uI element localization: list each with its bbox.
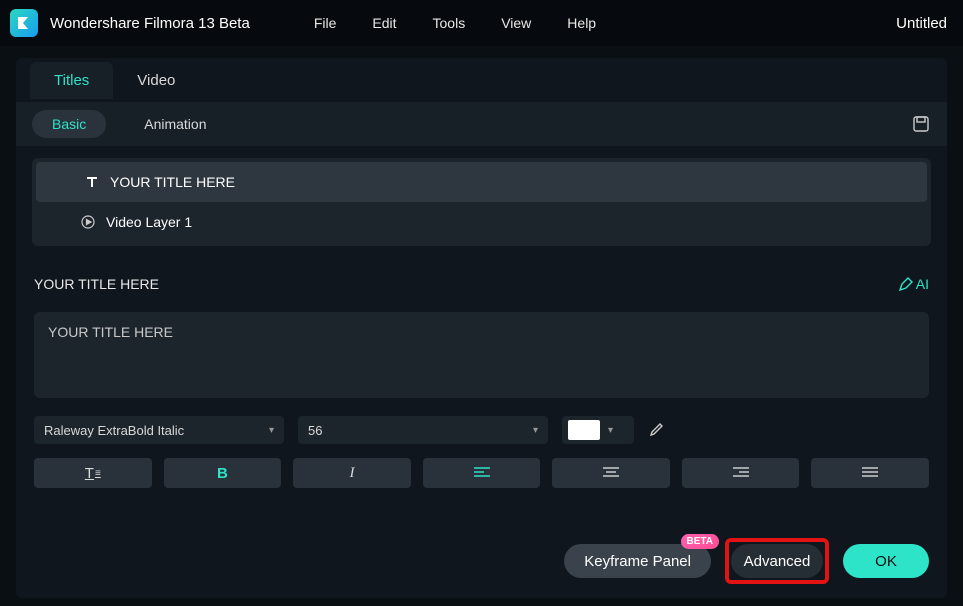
font-family-value: Raleway ExtraBold Italic xyxy=(44,423,184,438)
text-icon xyxy=(84,174,100,190)
layer-video-label: Video Layer 1 xyxy=(106,214,192,230)
menu-view[interactable]: View xyxy=(501,15,531,31)
app-logo-icon xyxy=(10,9,38,37)
main-menu: File Edit Tools View Help xyxy=(314,15,596,31)
eyedropper-icon[interactable] xyxy=(648,422,664,438)
title-bar: Wondershare Filmora 13 Beta File Edit To… xyxy=(0,0,963,46)
menu-edit[interactable]: Edit xyxy=(372,15,396,31)
bottom-actions: Keyframe Panel BETA Advanced OK xyxy=(564,538,929,584)
app-title: Wondershare Filmora 13 Beta xyxy=(50,15,250,32)
font-size-select[interactable]: 56 ▾ xyxy=(298,416,548,444)
chevron-down-icon: ▾ xyxy=(533,425,538,436)
subtab-animation[interactable]: Animation xyxy=(124,110,226,138)
menu-tools[interactable]: Tools xyxy=(433,15,466,31)
layer-title[interactable]: YOUR TITLE HERE xyxy=(36,162,927,202)
save-preset-icon[interactable] xyxy=(911,114,931,134)
font-color-select[interactable]: ▾ xyxy=(562,416,634,444)
title-text-value: YOUR TITLE HERE xyxy=(48,324,173,340)
font-size-value: 56 xyxy=(308,423,322,438)
secondary-tabs: Basic Animation xyxy=(16,102,947,146)
font-family-select[interactable]: Raleway ExtraBold Italic ▾ xyxy=(34,416,284,444)
menu-file[interactable]: File xyxy=(314,15,337,31)
ai-label: AI xyxy=(916,276,929,292)
chevron-down-icon: ▾ xyxy=(608,425,613,436)
layer-title-label: YOUR TITLE HERE xyxy=(110,174,235,190)
primary-tabs: Titles Video xyxy=(16,58,947,102)
title-header-label: YOUR TITLE HERE xyxy=(34,276,159,292)
align-center-button[interactable] xyxy=(552,458,670,488)
play-circle-icon xyxy=(80,214,96,230)
document-name: Untitled xyxy=(896,15,947,32)
keyframe-panel-button[interactable]: Keyframe Panel BETA xyxy=(564,544,711,578)
align-left-button[interactable] xyxy=(423,458,541,488)
layer-video[interactable]: Video Layer 1 xyxy=(32,202,931,242)
align-right-button[interactable] xyxy=(682,458,800,488)
advanced-label: Advanced xyxy=(744,553,811,570)
ok-label: OK xyxy=(875,553,897,570)
menu-help[interactable]: Help xyxy=(567,15,596,31)
title-text-input[interactable]: YOUR TITLE HERE xyxy=(34,312,929,398)
font-controls-row: Raleway ExtraBold Italic ▾ 56 ▾ ▾ xyxy=(16,416,947,444)
tab-video[interactable]: Video xyxy=(113,62,199,99)
keyframe-label: Keyframe Panel xyxy=(584,553,691,570)
beta-badge: BETA xyxy=(681,534,719,549)
tab-titles[interactable]: Titles xyxy=(30,62,113,99)
underline-button[interactable]: T≡ xyxy=(34,458,152,488)
advanced-highlight: Advanced xyxy=(725,538,829,584)
title-section-header: YOUR TITLE HERE AI xyxy=(16,258,947,300)
align-justify-button[interactable] xyxy=(811,458,929,488)
ai-edit-icon[interactable]: AI xyxy=(898,276,929,292)
italic-button[interactable]: I xyxy=(293,458,411,488)
text-style-row: T≡ B I xyxy=(16,444,947,488)
editor-panel: Titles Video Basic Animation YOUR TITLE … xyxy=(16,58,947,598)
color-swatch xyxy=(568,420,600,440)
chevron-down-icon: ▾ xyxy=(269,425,274,436)
subtab-basic[interactable]: Basic xyxy=(32,110,106,138)
ok-button[interactable]: OK xyxy=(843,544,929,578)
bold-button[interactable]: B xyxy=(164,458,282,488)
advanced-button[interactable]: Advanced xyxy=(731,544,823,578)
layers-list: YOUR TITLE HERE Video Layer 1 xyxy=(32,158,931,246)
